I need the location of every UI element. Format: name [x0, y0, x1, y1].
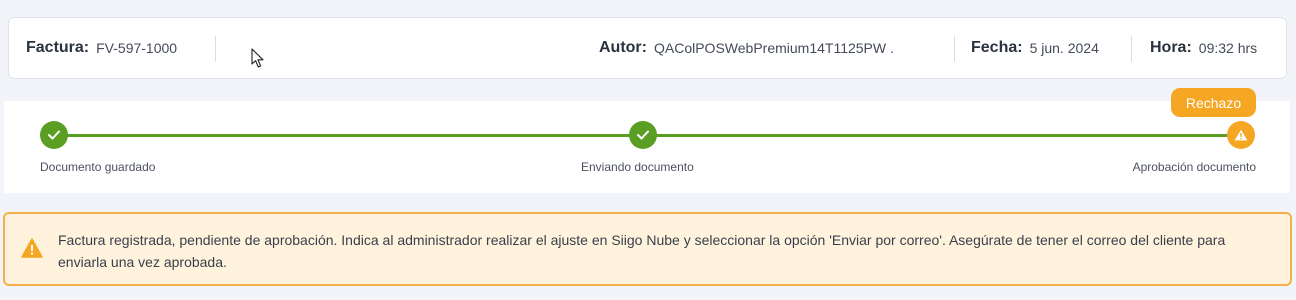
autor-value: QAColPOSWebPremium14T1125PW .: [653, 40, 894, 56]
autor-field: Autor: QAColPOSWebPremium14T1125PW .: [599, 18, 894, 78]
rejection-badge: Rechazo: [1171, 88, 1256, 117]
factura-label: Factura:: [26, 39, 90, 56]
mouse-cursor-icon: [251, 48, 264, 68]
factura-field: Factura: FV-597-1000: [26, 18, 177, 78]
hora-value: 09:32 hrs: [1198, 40, 1258, 56]
alert-message: Factura registrada, pendiente de aprobac…: [58, 232, 1226, 270]
step-label-saved: Documento guardado: [40, 160, 156, 174]
step-sending-check-icon: [629, 121, 657, 149]
hora-label: Hora:: [1150, 39, 1192, 56]
step-approval-warning-icon: [1227, 121, 1255, 149]
divider: [1131, 36, 1132, 62]
invoice-info-card: Factura: FV-597-1000 Autor: QAColPOSWebP…: [8, 17, 1287, 79]
autor-label: Autor:: [599, 39, 647, 56]
step-label-approval: Aprobación documento: [1132, 160, 1256, 174]
fecha-label: Fecha:: [971, 39, 1023, 56]
step-label-sending: Enviando documento: [581, 160, 694, 174]
step-saved-check-icon: [40, 121, 68, 149]
fecha-value: 5 jun. 2024: [1029, 40, 1099, 56]
hora-field: Hora: 09:32 hrs: [1150, 18, 1257, 78]
progress-stepper: Documento guardado Enviando documento Ap…: [4, 101, 1290, 193]
divider: [954, 36, 955, 62]
factura-value: FV-597-1000: [96, 40, 178, 56]
divider: [215, 36, 216, 62]
warning-icon: [21, 238, 43, 258]
warning-alert: Factura registrada, pendiente de aprobac…: [3, 212, 1292, 286]
fecha-field: Fecha: 5 jun. 2024: [971, 18, 1099, 78]
